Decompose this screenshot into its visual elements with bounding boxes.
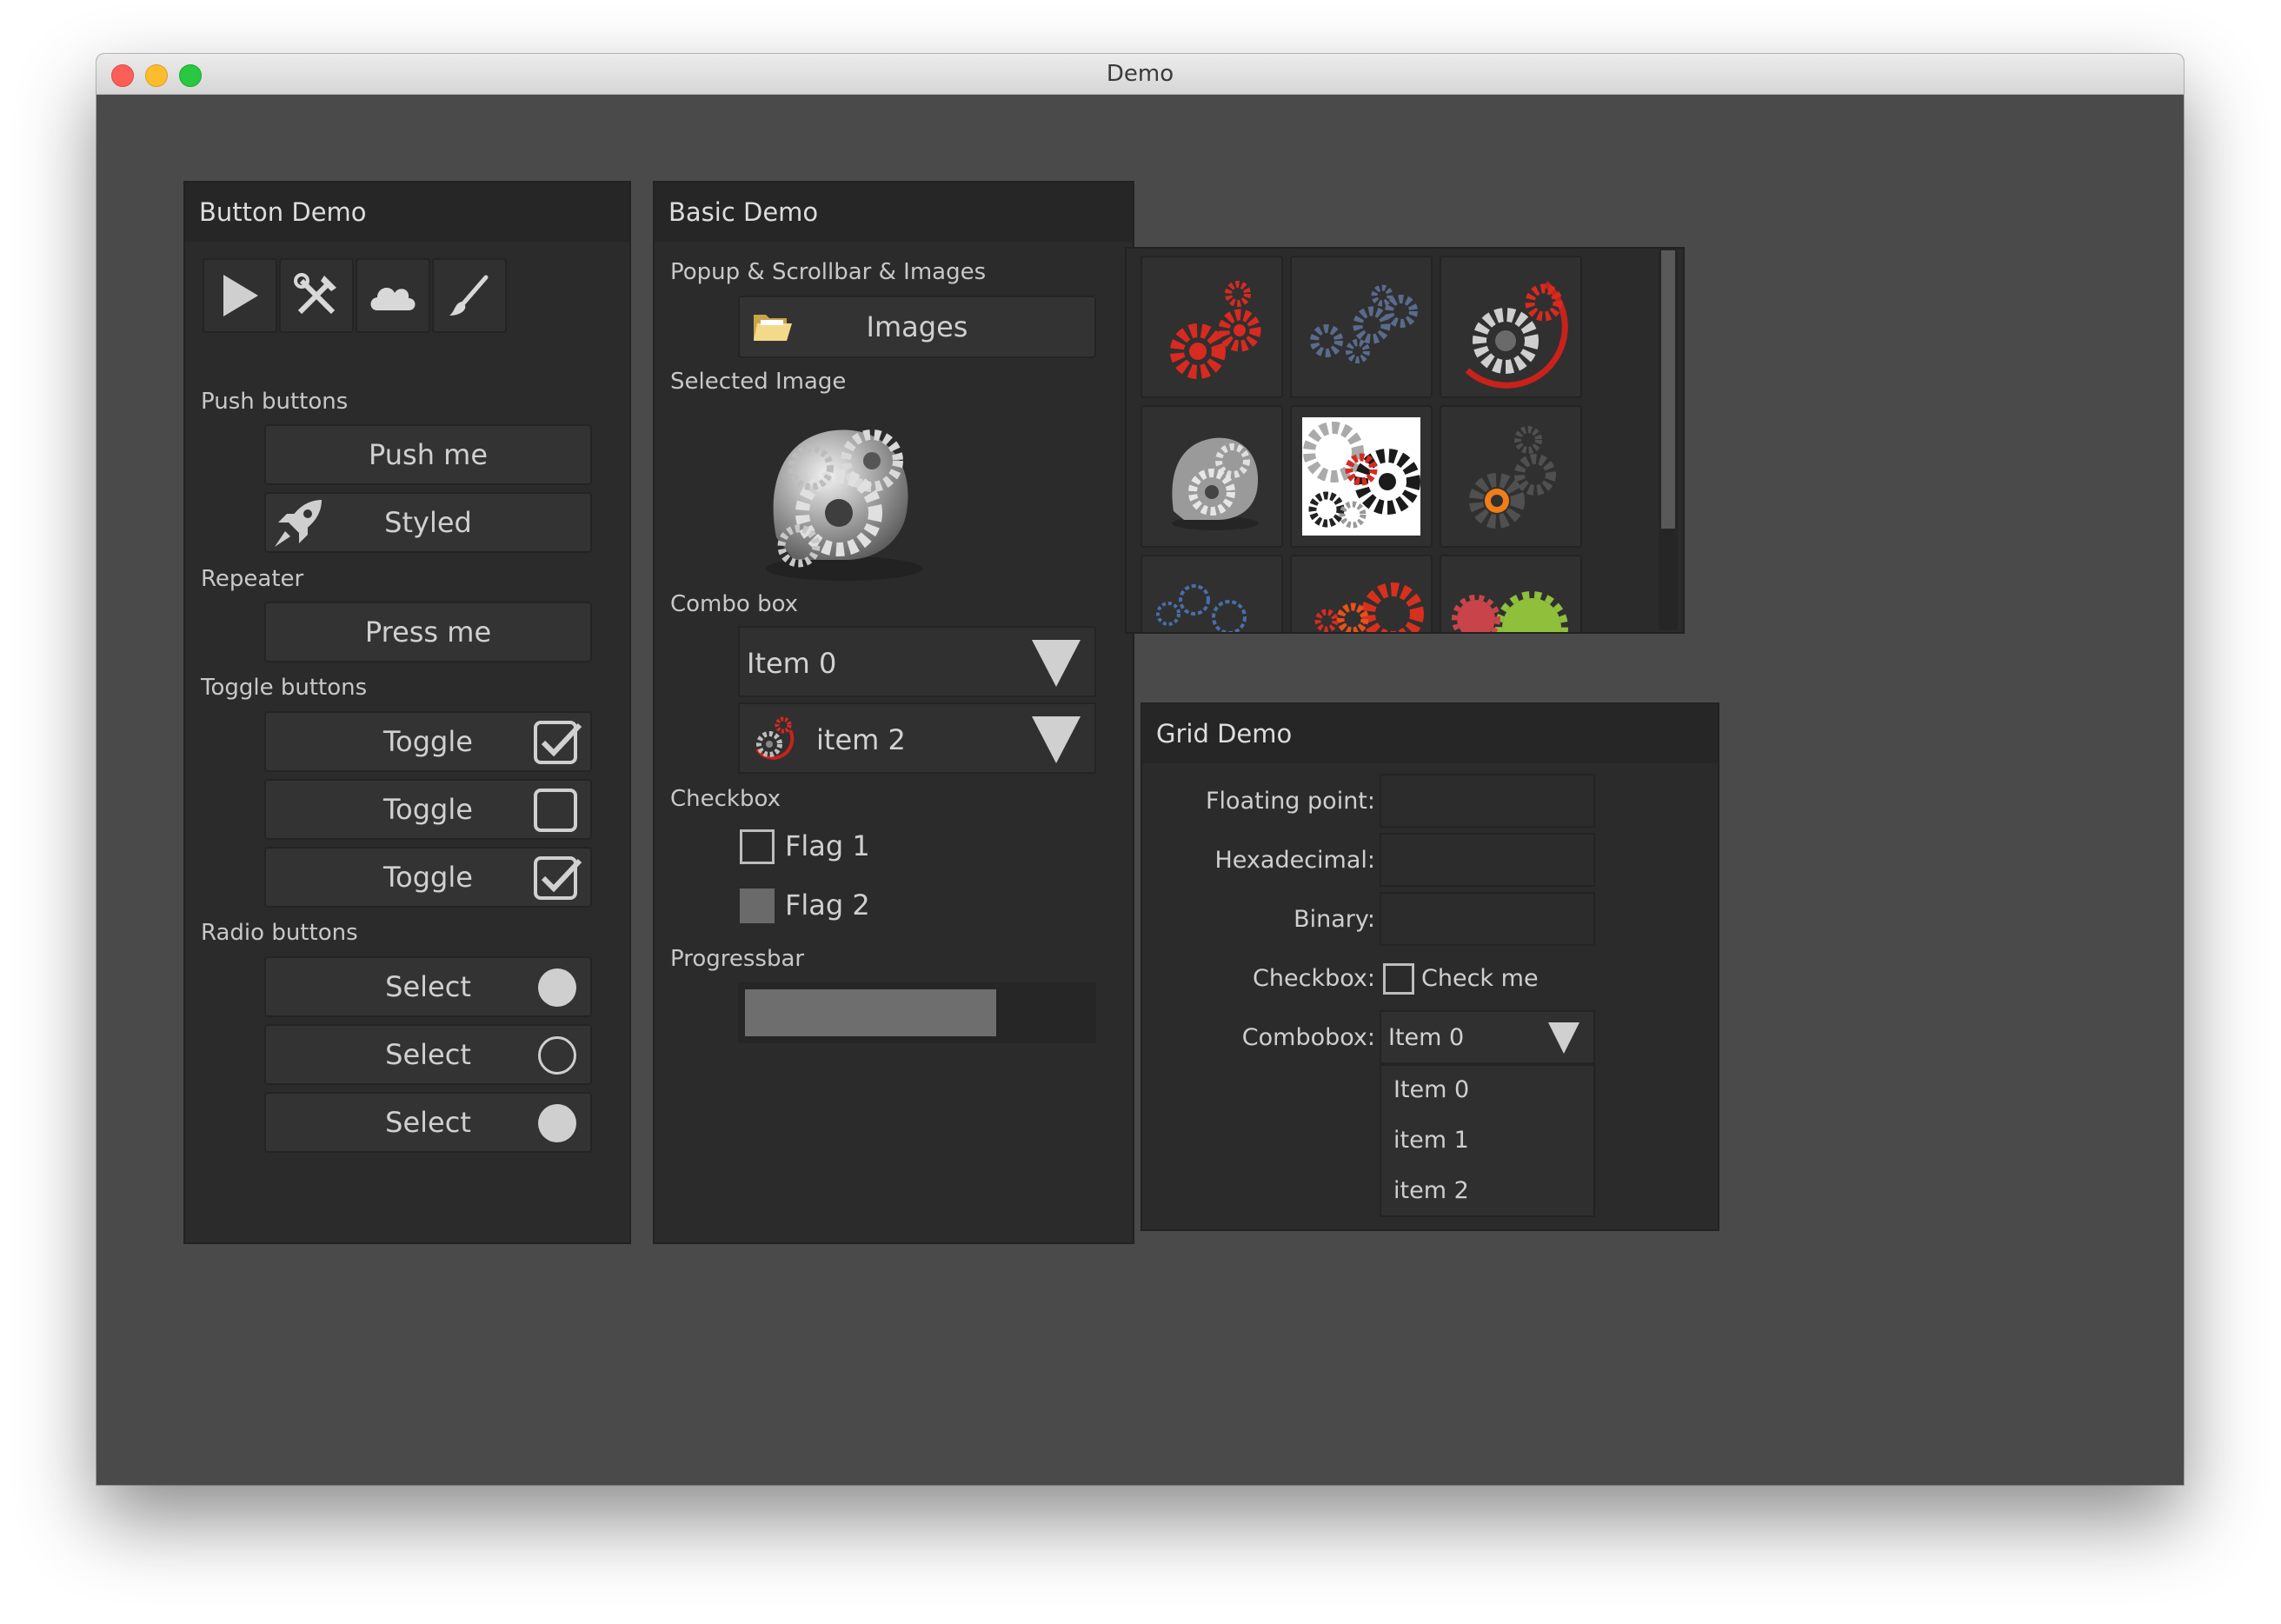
image-tile-green-gears[interactable] — [1440, 555, 1582, 632]
flag-2-label: Flag 2 — [785, 889, 870, 922]
radio-selected-icon — [538, 968, 576, 1007]
cloud-icon — [370, 287, 416, 310]
radio-selected-icon — [538, 1104, 576, 1142]
selected-image-label: Selected Image — [670, 369, 847, 395]
radio-unselected-icon — [538, 1036, 576, 1075]
popup-scrollbar-thumb[interactable] — [1661, 250, 1675, 529]
checkbox-row-label: Checkbox: — [1253, 965, 1375, 992]
grid-demo-title: Grid Demo — [1142, 704, 1718, 763]
cloud-button[interactable] — [356, 258, 430, 333]
check-me-label: Check me — [1421, 965, 1539, 992]
red-gears-image — [1170, 281, 1261, 379]
play-icon — [223, 275, 258, 316]
hexadecimal-label: Hexadecimal: — [1214, 847, 1375, 874]
images-popup — [1125, 247, 1685, 634]
chevron-down-icon — [1032, 640, 1081, 687]
window-title: Demo — [1106, 61, 1174, 87]
grid-combobox[interactable]: Item 0 — [1380, 1010, 1595, 1064]
progressbar-track — [738, 982, 1096, 1043]
basic-demo-panel: Basic Demo Popup & Scrollbar & Images Im… — [653, 181, 1134, 1244]
floating-point-field[interactable] — [1380, 774, 1595, 828]
selected-gear-image — [766, 429, 922, 581]
styled-button[interactable]: Styled — [264, 492, 592, 553]
brush-icon — [449, 275, 489, 316]
title-bar: Demo — [96, 54, 2184, 95]
green-gears-image — [1452, 591, 1568, 632]
play-button[interactable] — [203, 258, 277, 333]
mixed-gears-image — [1302, 417, 1420, 536]
styled-label: Styled — [384, 506, 472, 539]
gear-item-icon — [755, 716, 795, 760]
binary-label: Binary: — [1293, 906, 1375, 933]
tools-icon — [294, 273, 336, 315]
red-orange-gears-image — [1314, 582, 1424, 632]
progressbar-fill — [745, 989, 996, 1036]
flag-2-checkbox[interactable] — [740, 889, 775, 923]
press-me-button[interactable]: Press me — [264, 602, 592, 662]
checkbox-label: Checkbox — [670, 786, 781, 812]
image-tile-blue-outline[interactable] — [1140, 555, 1283, 632]
blue-gears-image — [1310, 284, 1418, 363]
toggle-button-1[interactable]: Toggle — [264, 711, 592, 772]
tools-button[interactable] — [279, 258, 354, 333]
toggle-buttons-label: Toggle buttons — [201, 675, 368, 701]
combo-box-1-value: Item 0 — [747, 647, 837, 680]
grid-combobox-dropdown: Item 0 item 1 item 2 — [1380, 1064, 1595, 1217]
silver-gears-image — [1172, 437, 1259, 530]
image-tile-orange-gears[interactable] — [1440, 405, 1582, 548]
dropdown-item[interactable]: item 1 — [1393, 1127, 1469, 1154]
grid-combobox-value: Item 0 — [1388, 1024, 1465, 1051]
flag-1-label: Flag 1 — [785, 829, 870, 862]
popup-scrollbar-track[interactable] — [1659, 249, 1678, 630]
push-buttons-label: Push buttons — [201, 389, 349, 415]
push-me-label: Push me — [369, 438, 488, 471]
image-tile-red-orange-gears[interactable] — [1290, 555, 1433, 632]
button-demo-title: Button Demo — [185, 183, 629, 242]
images-button[interactable]: Images — [738, 296, 1096, 358]
push-me-button[interactable]: Push me — [264, 424, 592, 485]
silver-red-gear-image — [1465, 281, 1568, 389]
radio-buttons-label: Radio buttons — [201, 920, 358, 946]
orange-gears-image — [1469, 426, 1556, 529]
press-me-label: Press me — [364, 616, 492, 649]
combo-box-label: Combo box — [670, 591, 799, 617]
binary-field[interactable] — [1380, 892, 1595, 946]
checked-box-icon — [534, 856, 582, 900]
image-tile-silver-gears[interactable] — [1140, 405, 1283, 548]
floating-point-label: Floating point: — [1206, 788, 1375, 815]
basic-demo-title: Basic Demo — [655, 183, 1133, 242]
image-tile-red-gears[interactable] — [1140, 256, 1283, 398]
image-tile-silver-red-gear[interactable] — [1440, 256, 1582, 398]
toggle-button-2[interactable]: Toggle — [264, 779, 592, 840]
blue-outline-gears-image — [1156, 584, 1247, 632]
radio-button-3[interactable]: Select — [264, 1092, 592, 1153]
chevron-down-icon — [1032, 716, 1081, 763]
flag-1-checkbox[interactable] — [740, 829, 775, 864]
app-window: Demo Button Demo Push buttons Push me St… — [96, 54, 2184, 1485]
radio-button-2[interactable]: Select — [264, 1024, 592, 1085]
image-tile-mixed-gears[interactable] — [1290, 405, 1433, 548]
progressbar-label: Progressbar — [670, 946, 805, 972]
popup-label: Popup & Scrollbar & Images — [670, 259, 987, 285]
hexadecimal-field[interactable] — [1380, 833, 1595, 887]
combo-box-2[interactable]: item 2 — [738, 702, 1096, 774]
combo-box-2-value: item 2 — [816, 723, 906, 756]
chevron-down-icon — [1548, 1022, 1579, 1054]
unchecked-box-icon — [534, 789, 577, 832]
combo-box-1[interactable]: Item 0 — [738, 626, 1096, 697]
toggle-button-3[interactable]: Toggle — [264, 847, 592, 908]
repeater-label: Repeater — [201, 566, 304, 592]
combobox-row-label: Combobox: — [1241, 1024, 1375, 1051]
image-tile-blue-gears[interactable] — [1290, 256, 1433, 398]
dropdown-item[interactable]: Item 0 — [1393, 1076, 1469, 1103]
brush-button[interactable] — [432, 258, 507, 333]
button-demo-panel: Button Demo Push buttons Push me Styled … — [183, 181, 631, 1244]
dropdown-item[interactable]: item 2 — [1393, 1177, 1469, 1204]
checked-box-icon — [534, 721, 582, 764]
radio-button-1[interactable]: Select — [264, 956, 592, 1017]
images-label: Images — [866, 310, 968, 343]
check-me-checkbox[interactable] — [1383, 963, 1414, 995]
